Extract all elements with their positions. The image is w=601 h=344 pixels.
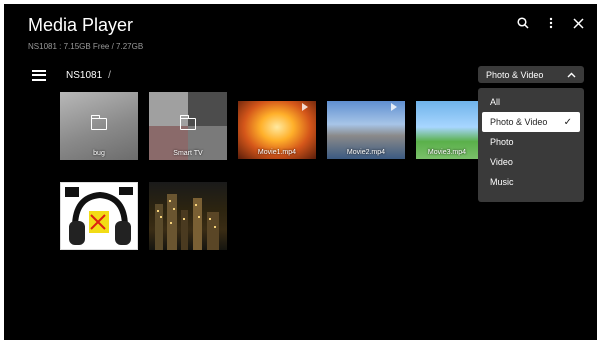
folder-tile-bug[interactable]: bug [60,92,138,160]
search-button[interactable] [514,14,532,32]
more-vertical-icon [549,17,553,29]
city-night-image [155,194,219,250]
headphones-image [61,183,137,249]
folder-icon [179,115,196,130]
breadcrumb-separator: / [108,69,111,81]
video-tile-movie2[interactable]: Movie2.mp4 [327,101,405,159]
video-tile-movie1[interactable]: Movie1.mp4 [238,101,316,159]
media-player-screen: Media Player NS1081 : 7.15GB Free / 7.27… [4,4,597,340]
video-tile-movie3[interactable]: Movie3.mp4 [416,101,478,159]
breadcrumb: NS1081 / [32,66,111,84]
tile-label: bug [93,150,105,157]
filter-option-all[interactable]: All [478,92,584,112]
folder-tile-smart-tv[interactable]: Smart TV [149,92,227,160]
filter-dropdown-button[interactable]: Photo & Video [478,66,584,83]
page-title: Media Player [28,15,134,35]
play-icon [302,103,308,111]
chevron-up-icon [567,72,576,77]
filter-option-photo[interactable]: Photo [478,132,584,152]
more-button[interactable] [542,14,560,32]
filter-option-photo-video[interactable]: Photo & Video ✓ [482,112,580,132]
search-icon [517,17,529,29]
folder-icon [90,115,107,130]
breadcrumb-current[interactable]: NS1081 [66,70,102,81]
tile-label: Movie1.mp4 [257,149,297,156]
filter-option-video[interactable]: Video [478,152,584,172]
tile-label: Smart TV [173,150,203,157]
photo-tile-headphones[interactable] [60,182,138,250]
close-button[interactable] [569,14,587,32]
tile-label: Movie2.mp4 [346,149,386,156]
hamburger-icon[interactable] [32,69,46,81]
play-icon [391,103,397,111]
check-icon: ✓ [563,116,572,128]
close-icon [572,17,584,29]
tile-label: Movie3.mp4 [427,149,467,156]
filter-menu: All Photo & Video ✓ Photo Video Music [478,88,584,202]
filter-selected-label: Photo & Video [486,69,544,80]
storage-info: NS1081 : 7.15GB Free / 7.27GB [28,42,144,51]
photo-tile-city-night[interactable] [149,182,227,250]
filter-option-music[interactable]: Music [478,172,584,192]
